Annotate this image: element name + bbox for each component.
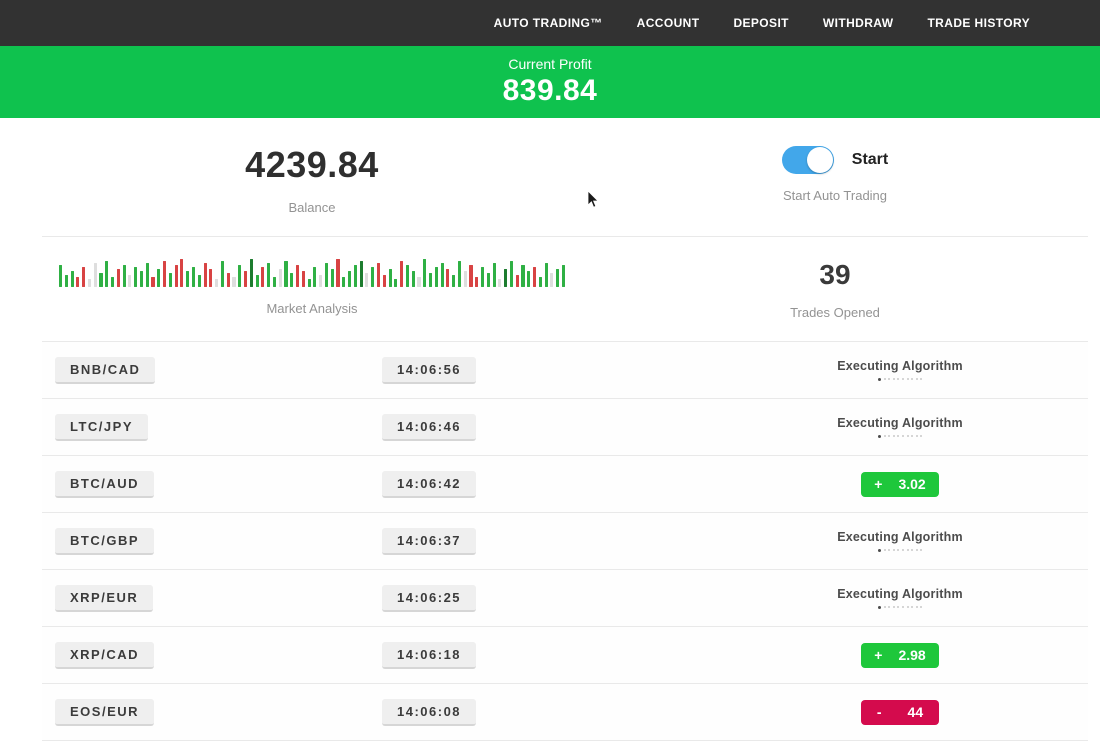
time-badge: 14:06:42 xyxy=(382,471,476,498)
stats-row-market: Market Analysis 39 Trades Opened xyxy=(42,237,1088,342)
pair-badge: BTC/AUD xyxy=(55,471,154,498)
profit-banner-label: Current Profit xyxy=(0,56,1100,72)
status-executing-label: Executing Algorithm xyxy=(712,587,1088,601)
pair-badge: XRP/EUR xyxy=(55,585,153,612)
auto-trading-label: Start Auto Trading xyxy=(582,188,1088,203)
table-row: LTC/JPY 14:06:46 Executing Algorithm xyxy=(42,399,1088,456)
time-badge: 14:06:46 xyxy=(382,414,476,441)
result-value: 2.98 xyxy=(898,647,925,663)
table-row: BTC/AUD 14:06:42 +3.02 xyxy=(42,456,1088,513)
progress-dots xyxy=(712,435,1088,438)
market-analysis-chart xyxy=(42,255,582,287)
market-analysis-block: Market Analysis xyxy=(42,255,582,341)
table-row: XRP/CAD 14:06:18 +2.98 xyxy=(42,627,1088,684)
result-value: 44 xyxy=(908,704,924,720)
stats-section: 4239.84 Balance Start Start Auto Trading… xyxy=(42,118,1088,342)
trades-opened-value: 39 xyxy=(582,259,1088,291)
result-badge-loss: - 44 xyxy=(861,700,939,725)
nav-item-account[interactable]: ACCOUNT xyxy=(637,16,700,30)
progress-dots xyxy=(712,606,1088,609)
balance-label: Balance xyxy=(42,200,582,215)
balance-block: 4239.84 Balance xyxy=(42,138,582,236)
market-analysis-label: Market Analysis xyxy=(42,301,582,316)
result-value: 3.02 xyxy=(898,476,925,492)
table-row: EOS/EUR 14:06:08 - 44 xyxy=(42,684,1088,741)
result-badge-profit: +3.02 xyxy=(861,472,939,497)
balance-value: 4239.84 xyxy=(42,144,582,186)
pair-badge: XRP/CAD xyxy=(55,642,154,669)
profit-banner-value: 839.84 xyxy=(0,74,1100,108)
top-navbar: AUTO TRADING™ ACCOUNT DEPOSIT WITHDRAW T… xyxy=(0,0,1100,46)
status-executing-label: Executing Algorithm xyxy=(712,359,1088,373)
nav-item-deposit[interactable]: DEPOSIT xyxy=(733,16,788,30)
pair-badge: BNB/CAD xyxy=(55,357,155,384)
status-executing-label: Executing Algorithm xyxy=(712,416,1088,430)
table-row: XRP/EUR 14:06:25 Executing Algorithm xyxy=(42,570,1088,627)
pair-badge: EOS/EUR xyxy=(55,699,154,726)
nav-item-auto-trading[interactable]: AUTO TRADING™ xyxy=(494,16,603,30)
result-sign: + xyxy=(874,647,882,663)
progress-dots xyxy=(712,378,1088,381)
time-badge: 14:06:37 xyxy=(382,528,476,555)
nav-item-trade-history[interactable]: TRADE HISTORY xyxy=(927,16,1030,30)
table-row: BTC/GBP 14:06:37 Executing Algorithm xyxy=(42,513,1088,570)
time-badge: 14:06:56 xyxy=(382,357,476,384)
progress-dots xyxy=(712,549,1088,552)
trades-opened-block: 39 Trades Opened xyxy=(582,255,1088,341)
pair-badge: LTC/JPY xyxy=(55,414,148,441)
result-badge-profit: +2.98 xyxy=(861,643,939,668)
status-executing-label: Executing Algorithm xyxy=(712,530,1088,544)
pair-badge: BTC/GBP xyxy=(55,528,154,555)
toggle-knob xyxy=(807,147,833,173)
trades-opened-label: Trades Opened xyxy=(582,305,1088,320)
time-badge: 14:06:18 xyxy=(382,642,476,669)
stats-row-balance: 4239.84 Balance Start Start Auto Trading xyxy=(42,118,1088,237)
time-badge: 14:06:08 xyxy=(382,699,476,726)
result-sign: - xyxy=(877,704,882,720)
profit-banner: Current Profit 839.84 xyxy=(0,46,1100,118)
result-sign: + xyxy=(874,476,882,492)
auto-trading-toggle[interactable] xyxy=(782,146,834,174)
toggle-state-label: Start xyxy=(852,151,888,169)
trades-list: BNB/CAD 14:06:56 Executing Algorithm LTC… xyxy=(42,342,1088,741)
auto-trading-block: Start Start Auto Trading xyxy=(582,138,1088,236)
time-badge: 14:06:25 xyxy=(382,585,476,612)
nav-item-withdraw[interactable]: WITHDRAW xyxy=(823,16,894,30)
table-row: BNB/CAD 14:06:56 Executing Algorithm xyxy=(42,342,1088,399)
